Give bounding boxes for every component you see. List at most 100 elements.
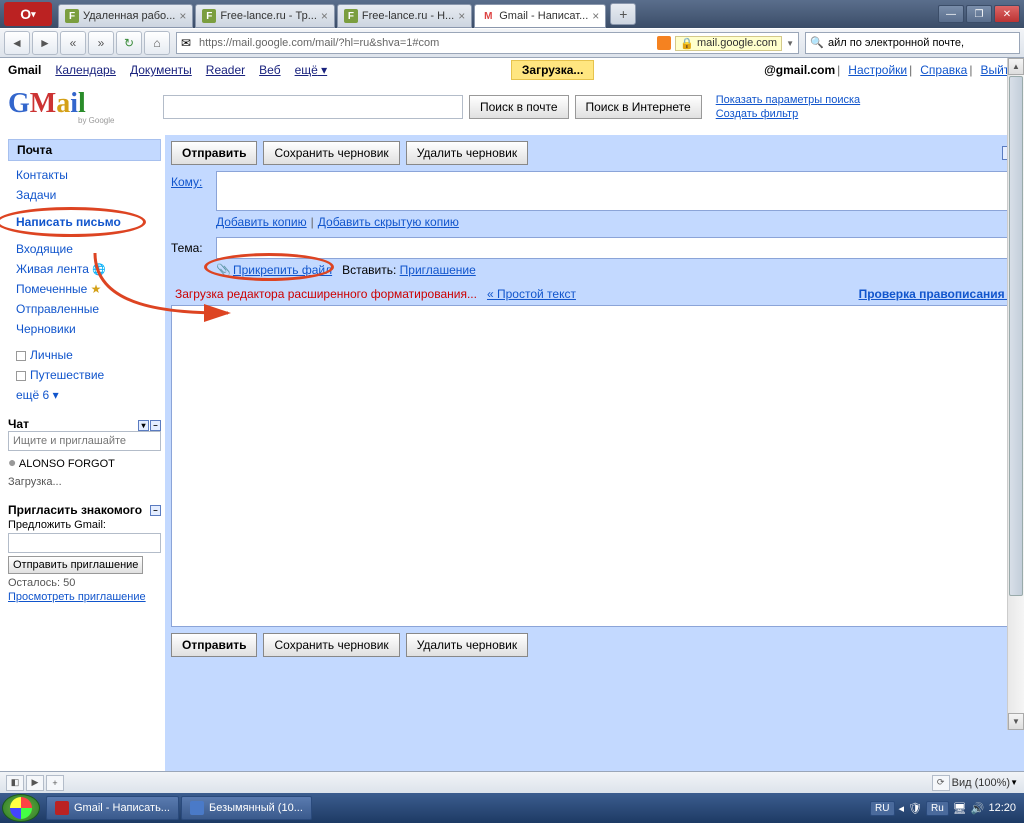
scroll-down-icon[interactable]: ▼ [1008, 713, 1024, 730]
window-close-button[interactable]: ✕ [994, 5, 1020, 23]
spellcheck-link[interactable]: Проверка правописания ▾ [859, 287, 1014, 301]
gmail-favicon: M [481, 9, 495, 23]
scroll-up-icon[interactable]: ▲ [1008, 58, 1024, 75]
scroll-thumb[interactable] [1009, 76, 1023, 596]
tab-title: Gmail - Написат... [499, 10, 588, 22]
subject-field[interactable] [216, 237, 1018, 259]
nav-web[interactable]: Веб [259, 63, 280, 77]
gmail-top-nav: Gmail Календарь Документы Reader Веб ещё… [0, 58, 1024, 82]
invite-email-input[interactable] [8, 533, 161, 553]
browser-tab[interactable]: F Удаленная рабо... × [58, 4, 193, 28]
paint-icon [190, 801, 204, 815]
browser-search-box[interactable]: 🔍 [805, 32, 1020, 54]
send-button-bottom[interactable]: Отправить [171, 633, 257, 657]
chat-contact[interactable]: ● ALONSO FORGOT [8, 451, 161, 473]
security-chip[interactable]: 🔒mail.google.com [675, 36, 782, 51]
send-invite-button[interactable]: Отправить приглашение [8, 556, 143, 574]
sidebar-label-travel[interactable]: Путешествие [8, 365, 161, 385]
reload-button[interactable]: ↻ [116, 31, 142, 55]
browser-tab[interactable]: F Free-lance.ru - Н... × [337, 4, 472, 28]
browser-tab-active[interactable]: M Gmail - Написат... × [474, 4, 606, 28]
editor-loading-text: Загрузка редактора расширенного форматир… [175, 287, 477, 301]
message-body[interactable] [171, 305, 1018, 627]
panel-button[interactable]: + [46, 775, 64, 791]
browser-tab[interactable]: F Free-lance.ru - Тр... × [195, 4, 335, 28]
windows-orb-icon [10, 797, 32, 819]
nav-help[interactable]: Справка [920, 63, 967, 77]
chat-search-input[interactable] [8, 431, 161, 451]
back-button[interactable]: ◄ [4, 31, 30, 55]
start-button[interactable] [2, 794, 40, 822]
language-indicator[interactable]: RU [870, 801, 894, 816]
sidebar-more-labels[interactable]: ещё 6 ▾ [8, 385, 161, 405]
taskbar-item[interactable]: Gmail - Написать... [46, 796, 179, 820]
nav-calendar[interactable]: Календарь [55, 63, 116, 77]
sidebar-contacts[interactable]: Контакты [8, 165, 161, 185]
save-draft-button[interactable]: Сохранить черновик [263, 141, 399, 165]
panel-button[interactable]: ◧ [6, 775, 24, 791]
show-search-options[interactable]: Показать параметры поиска [716, 93, 860, 107]
browser-search-input[interactable] [828, 37, 1015, 49]
plain-text-link[interactable]: « Простой текст [487, 287, 576, 301]
home-button[interactable]: ⌂ [144, 31, 170, 55]
rewind-button[interactable]: « [60, 31, 86, 55]
compose-button[interactable]: Написать письмо [8, 211, 129, 233]
to-field[interactable] [216, 171, 1018, 211]
discard-button[interactable]: Удалить черновик [406, 141, 528, 165]
sidebar-buzz[interactable]: Живая лента 🌐 [8, 259, 161, 279]
nav-reader[interactable]: Reader [206, 63, 245, 77]
sidebar-sent[interactable]: Отправленные [8, 299, 161, 319]
add-cc-link[interactable]: Добавить копию [216, 215, 307, 229]
rss-icon[interactable] [657, 36, 671, 50]
opera-menu-button[interactable]: O [4, 2, 52, 26]
sidebar-label-personal[interactable]: Личные [8, 345, 161, 365]
send-button[interactable]: Отправить [171, 141, 257, 165]
gmail-search-input[interactable] [163, 95, 463, 119]
sidebar-drafts[interactable]: Черновики [8, 319, 161, 339]
nav-more[interactable]: ещё ▾ [295, 63, 328, 77]
tray-icon[interactable]: ◂ [899, 802, 905, 815]
dropdown-icon[interactable]: ▼ [786, 39, 794, 48]
clock[interactable]: 12:20 [988, 802, 1016, 814]
sidebar-starred[interactable]: Помеченные ★ [8, 279, 161, 299]
discard-button-bottom[interactable]: Удалить черновик [406, 633, 528, 657]
insert-invitation-link[interactable]: Приглашение [400, 263, 476, 277]
search-web-button[interactable]: Поиск в Интернете [575, 95, 702, 119]
zoom-level[interactable]: Вид (100%) [952, 777, 1010, 789]
tab-close-icon[interactable]: × [458, 9, 465, 23]
sync-icon[interactable]: ⟳ [932, 775, 950, 791]
scrollbar[interactable]: ▲ ▼ [1007, 58, 1024, 730]
forward-button[interactable]: ► [32, 31, 58, 55]
search-mail-button[interactable]: Поиск в почте [469, 95, 569, 119]
taskbar-item[interactable]: Безымянный (10... [181, 796, 312, 820]
tab-close-icon[interactable]: × [592, 9, 599, 23]
tray-icon[interactable]: 🛡 [908, 802, 922, 815]
sidebar-mail-header[interactable]: Почта [8, 139, 161, 161]
keyboard-layout[interactable]: Ru [926, 801, 949, 816]
new-tab-button[interactable]: + [610, 3, 636, 25]
nav-gmail[interactable]: Gmail [8, 63, 41, 77]
address-bar[interactable]: ✉ https://mail.google.com/mail/?hl=ru&sh… [176, 32, 799, 54]
tab-close-icon[interactable]: × [321, 9, 328, 23]
minimize-button[interactable]: — [938, 5, 964, 23]
view-invite-link[interactable]: Просмотреть приглашение [8, 591, 146, 603]
fast-forward-button[interactable]: » [88, 31, 114, 55]
maximize-button[interactable]: ❐ [966, 5, 992, 23]
tray-icon[interactable]: 🖥 [953, 802, 967, 815]
create-filter[interactable]: Создать фильтр [716, 107, 860, 121]
opera-icon [55, 801, 69, 815]
attach-file-link[interactable]: Прикрепить файл [233, 263, 332, 277]
sidebar-tasks[interactable]: Задачи [8, 185, 161, 205]
panel-button[interactable]: ▶ [26, 775, 44, 791]
save-draft-button-bottom[interactable]: Сохранить черновик [263, 633, 399, 657]
tab-close-icon[interactable]: × [179, 9, 186, 23]
add-bcc-link[interactable]: Добавить скрытую копию [318, 215, 459, 229]
nav-docs[interactable]: Документы [130, 63, 192, 77]
to-label[interactable]: Кому: [171, 175, 202, 189]
chat-minimize-icon[interactable]: – [150, 420, 161, 431]
invite-minimize-icon[interactable]: – [150, 505, 161, 516]
volume-icon[interactable]: 🔊 [971, 802, 985, 815]
sidebar-inbox[interactable]: Входящие [8, 239, 161, 259]
chat-toggle-icon[interactable]: ▾ [138, 420, 149, 431]
nav-settings[interactable]: Настройки [848, 63, 907, 77]
